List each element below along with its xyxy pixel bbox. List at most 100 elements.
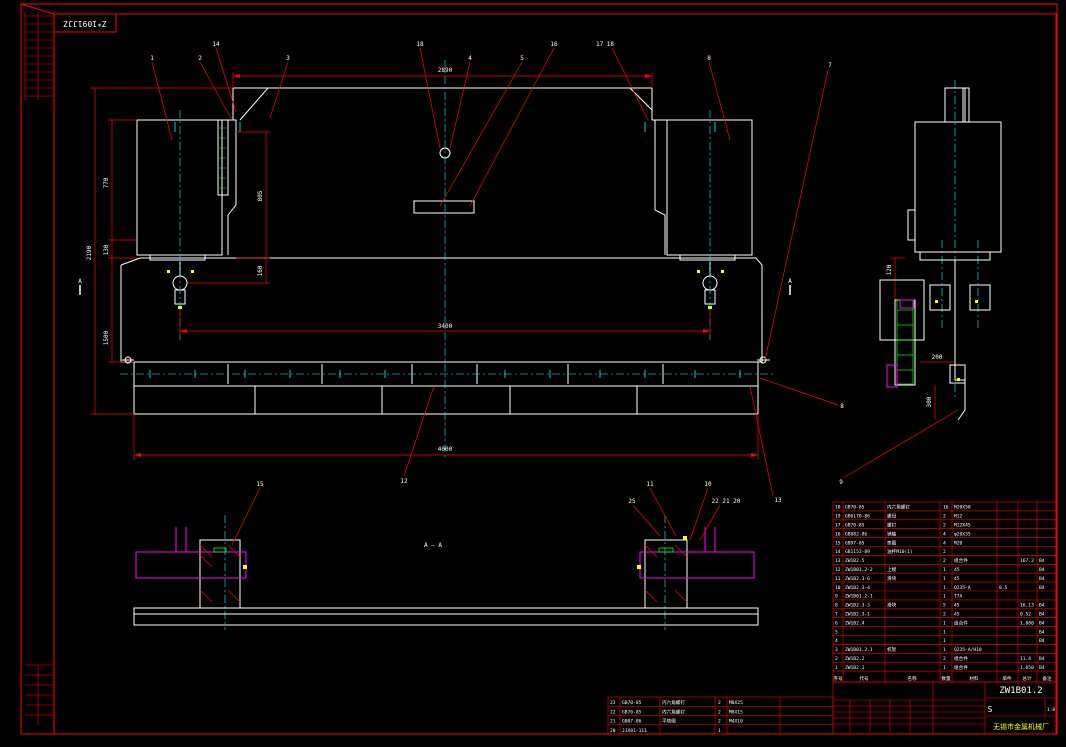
part-no: 1	[835, 665, 838, 671]
part-no: 2	[835, 656, 838, 662]
part-name: 内六角螺钉	[662, 699, 685, 706]
part-note: B4	[1039, 585, 1045, 591]
parts-header-qty: 数量	[941, 675, 951, 682]
part-qty: 2	[718, 719, 721, 725]
part-qty: 1	[943, 620, 946, 626]
title-code-text: Z*1091JJZ	[63, 19, 107, 28]
part-name: 销轴	[887, 530, 897, 537]
section-label: A — A	[424, 542, 442, 549]
part-code: GB882-86	[845, 531, 867, 537]
part-code: ZW1B2.3-3	[845, 603, 870, 609]
part-name: 螺母	[887, 513, 897, 520]
balloon-8: 8	[840, 403, 844, 410]
part-qty: 1	[718, 728, 721, 734]
part-name: 内六角螺钉	[887, 504, 910, 511]
balloon-10: 10	[704, 481, 712, 488]
part-material: 组合件	[954, 619, 968, 626]
part-name: 上模	[887, 566, 897, 573]
part-qty: 2	[718, 709, 721, 715]
part-qty: 2	[943, 558, 946, 564]
part-qty: 4	[943, 531, 946, 537]
part-weight-total: 1,880	[1020, 620, 1034, 626]
section-mark-left: A	[78, 278, 82, 285]
dim-height-160: 160	[257, 265, 264, 276]
balloon-16: 16	[550, 41, 558, 48]
dim-height-805: 805	[257, 190, 264, 201]
balloon-13: 13	[774, 497, 782, 504]
part-no: 9	[835, 594, 838, 600]
part-code: ZW1B2.3-6	[845, 576, 870, 582]
dim-cylinder-spacing: 3400	[438, 323, 453, 330]
part-no: 22	[610, 709, 616, 715]
part-note: B4	[1039, 612, 1045, 618]
part-note: B4	[1039, 576, 1045, 582]
part-material: 45	[954, 576, 960, 582]
balloon-12: 12	[400, 478, 408, 485]
part-weight-total: 11.4	[1020, 656, 1031, 662]
part-no: 21	[610, 719, 616, 725]
part-code: GB6170-86	[845, 514, 870, 520]
parts-header-mat: 材料	[969, 675, 979, 682]
balloon-15: 15	[256, 481, 264, 488]
part-note: B4	[1039, 620, 1045, 626]
part-note: B4	[1039, 603, 1045, 609]
part-material: M20X50	[954, 505, 971, 511]
part-no: 19	[835, 514, 841, 520]
part-code: GB70-85	[845, 505, 865, 511]
part-code: ZW1B2.3-1	[845, 612, 870, 618]
balloon-25: 25	[628, 498, 636, 505]
part-qty: 1	[943, 576, 946, 582]
part-weight-unit: 0.5	[999, 585, 1008, 591]
part-qty: 2	[943, 523, 946, 529]
part-material: T7A	[954, 594, 963, 600]
part-code: JJX81-111	[622, 728, 647, 734]
part-weight-total: 0.52	[1020, 612, 1031, 618]
part-material: 组合件	[954, 557, 968, 564]
part-code: GB70-85	[845, 523, 865, 529]
parts-header-name: 名称	[907, 675, 917, 682]
part-qty: 2	[718, 700, 721, 706]
balloon-5: 5	[520, 55, 524, 62]
part-no: 18	[835, 505, 841, 511]
table-row: 8 ZW1B2.3-3 滑块 5 45 16.13 B4	[833, 602, 1057, 610]
part-material: M20	[954, 540, 963, 546]
part-code: GB70-85	[622, 709, 642, 715]
part-material: 组合件	[954, 664, 968, 671]
dim-height-770: 770	[103, 177, 110, 188]
part-qty: 1	[943, 665, 946, 671]
part-qty: 2	[943, 612, 946, 618]
part-note: B4	[1039, 665, 1045, 671]
part-code: ZW1B2.5	[845, 558, 865, 564]
parts-header-note: 备注	[1042, 675, 1052, 682]
part-name: 内六角螺钉	[662, 708, 685, 715]
part-qty: 1	[943, 638, 946, 644]
part-qty: 2	[943, 549, 946, 555]
part-qty: 5	[943, 603, 946, 609]
part-no: 7	[835, 612, 838, 618]
part-code: GB1152-89	[845, 549, 870, 555]
balloon-4: 4	[468, 55, 472, 62]
part-code: ZW1B2.3-4	[845, 585, 870, 591]
part-no: 4	[835, 638, 838, 644]
balloon-22-21-20: 22 21 20	[712, 498, 741, 505]
part-material: M8X15	[729, 709, 743, 715]
balloon-17-18: 17 18	[596, 41, 614, 48]
part-no: 13	[835, 558, 841, 564]
part-no: 20	[610, 728, 616, 734]
balloon-14: 14	[212, 41, 220, 48]
dim-side-300: 300	[926, 396, 933, 407]
part-material: M4X10	[729, 719, 743, 725]
part-note: B4	[1039, 558, 1045, 564]
part-code: ZW1B01.2-2	[845, 567, 873, 573]
part-note: B4	[1039, 656, 1045, 662]
part-material: Q235-A/H10	[954, 647, 982, 653]
part-material: Q235-A	[954, 585, 971, 591]
part-no: 12	[835, 567, 841, 573]
part-no: 8	[835, 603, 838, 609]
part-code: ZW1B2.4	[845, 620, 865, 626]
part-weight-total: 16.13	[1020, 603, 1034, 609]
part-no: 16	[835, 531, 841, 537]
drawing-stage: S	[988, 705, 993, 714]
dim-height-1500: 1500	[103, 330, 110, 345]
balloon-8-top: 8	[707, 55, 711, 62]
